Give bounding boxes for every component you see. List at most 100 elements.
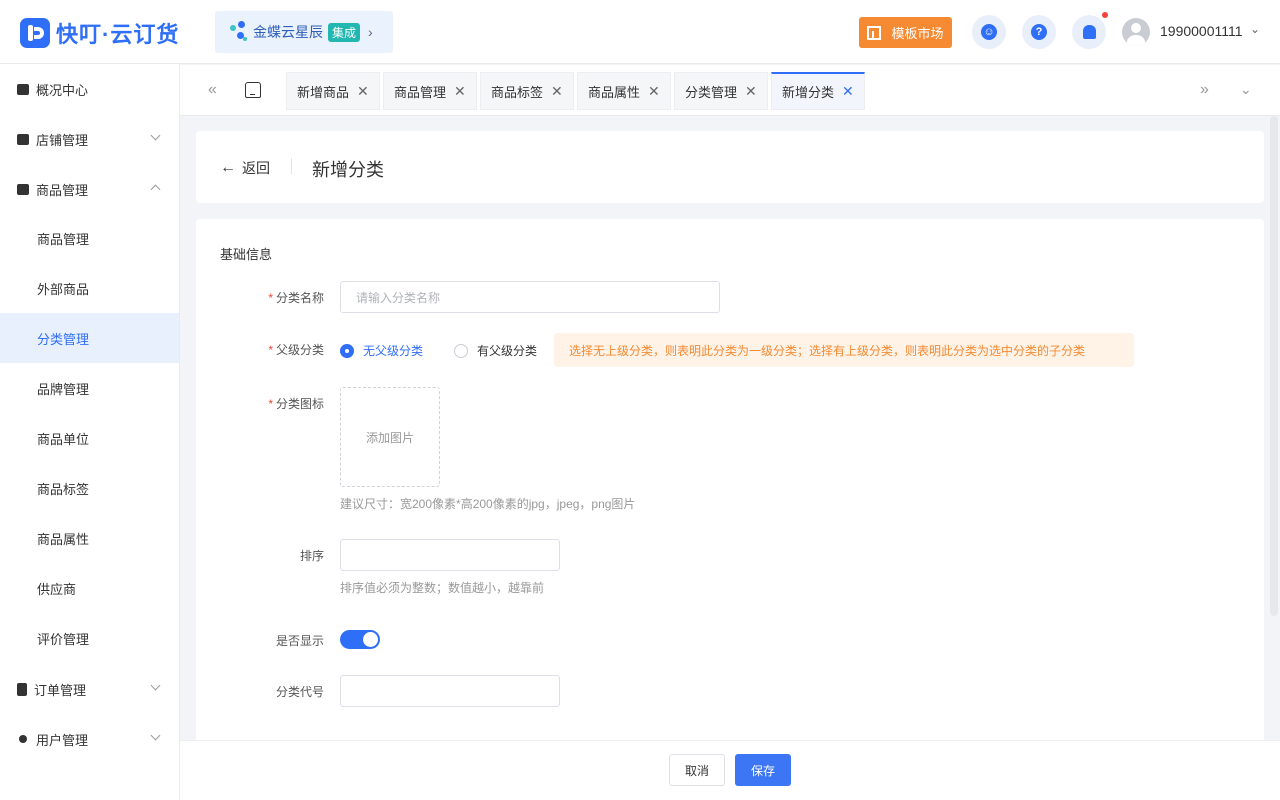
cancel-button[interactable]: 取消 <box>669 754 725 786</box>
tab-label: 商品管理 <box>394 84 447 100</box>
sidebar-item-goods-management[interactable]: 商品管理 <box>0 213 179 263</box>
sort-hint: 排序值必须为整数；数值越小，越靠前 <box>340 581 545 595</box>
save-button[interactable]: 保存 <box>735 754 791 786</box>
sidebar-item-orders[interactable]: 订单管理 <box>0 664 179 714</box>
form-footer: 取消 保存 <box>180 740 1280 800</box>
sidebar-item-reviews[interactable]: 评价管理 <box>0 613 179 663</box>
sidebar-item-label: 订单管理 <box>34 682 87 698</box>
sidebar-item-supplier[interactable]: 供应商 <box>0 563 179 613</box>
sidebar-item-external-goods[interactable]: 外部商品 <box>0 263 179 313</box>
tab-add-category[interactable]: 新增分类 ✕ <box>771 72 865 110</box>
sidebar-item-overview[interactable]: 概况中心 <box>0 64 179 114</box>
chevron-right-icon: › <box>368 24 373 40</box>
upload-text: 添加图片 <box>365 430 414 445</box>
logo-icon <box>20 18 50 48</box>
scrollbar[interactable] <box>1270 116 1278 616</box>
sidebar-item-tags[interactable]: 商品标签 <box>0 463 179 513</box>
clipboard-icon <box>17 682 27 696</box>
template-icon <box>867 25 882 40</box>
tab-goods-management[interactable]: 商品管理 ✕ <box>383 72 477 110</box>
sidebar-item-store[interactable]: 店铺管理 <box>0 114 179 164</box>
integration-badge: 集成 <box>328 22 361 42</box>
notification-dot <box>1102 12 1108 18</box>
tabs-scroll-left-icon[interactable]: « <box>208 81 217 99</box>
integration-banner[interactable]: 金蝶云星辰 集成 › <box>215 11 393 53</box>
close-icon[interactable]: ✕ <box>551 83 563 100</box>
close-icon[interactable]: ✕ <box>648 83 660 100</box>
close-icon[interactable]: ✕ <box>357 83 369 100</box>
sidebar-item-label: 概况中心 <box>36 82 89 98</box>
radio-has-parent[interactable]: 有父级分类 <box>454 342 537 359</box>
category-code-input[interactable] <box>340 675 560 707</box>
close-icon[interactable]: ✕ <box>745 83 757 100</box>
tab-goods-attributes[interactable]: 商品属性 ✕ <box>577 72 671 110</box>
sidebar-item-label: 店铺管理 <box>36 132 89 148</box>
chevron-down-icon <box>150 130 161 141</box>
sidebar-item-label: 商品标签 <box>37 481 90 497</box>
chevron-down-icon[interactable]: ⌄ <box>1240 81 1252 98</box>
home-icon[interactable] <box>245 82 261 98</box>
back-button[interactable]: ← 返回 <box>220 158 270 178</box>
visible-toggle[interactable] <box>340 630 380 649</box>
top-header: 快叮·云订货 金蝶云星辰 集成 › 模板市场 ☺ ? 19900001111 ⌄ <box>0 0 1280 64</box>
headset-icon: ☺ <box>981 24 997 40</box>
briefcase-icon <box>17 183 29 195</box>
divider <box>291 158 292 174</box>
tab-label: 新增分类 <box>782 85 835 100</box>
tab-goods-tags[interactable]: 商品标签 ✕ <box>480 72 574 110</box>
page-header-card: ← 返回 新增分类 <box>196 131 1264 203</box>
visible-label: 是否显示 <box>275 634 324 648</box>
help-button[interactable]: ? <box>1022 15 1056 49</box>
tab-bar: « 新增商品 ✕ 商品管理 ✕ 商品标签 ✕ 商品属性 ✕ 分类管理 ✕ 新增分类 ✕ » … <box>180 65 1280 116</box>
integration-name: 金蝶云星辰 <box>253 24 323 40</box>
category-icon-label: * 分类图标 <box>268 397 324 411</box>
image-upload[interactable]: 添加图片 <box>340 387 440 487</box>
sidebar-item-label: 商品单位 <box>37 431 90 447</box>
parent-category-label: * 父级分类 <box>268 343 324 357</box>
sidebar-item-category[interactable]: 分类管理 <box>0 313 179 363</box>
chevron-down-icon <box>150 680 161 691</box>
sidebar-item-attributes[interactable]: 商品属性 <box>0 513 179 563</box>
chevron-up-icon <box>150 184 161 195</box>
sidebar-item-label: 外部商品 <box>37 281 90 297</box>
template-market-button[interactable]: 模板市场 <box>859 17 952 48</box>
tab-add-goods[interactable]: 新增商品 ✕ <box>286 72 380 110</box>
category-code-label: 分类代号 <box>275 685 324 699</box>
sidebar-item-label: 供应商 <box>37 581 77 597</box>
arrow-left-icon: ← <box>220 159 236 176</box>
notifications-button[interactable] <box>1072 15 1106 49</box>
parent-category-tip: 选择无上级分类，则表明此分类为一级分类；选择有上级分类，则表明此分类为选中分类的… <box>554 333 1134 367</box>
brand-logo[interactable]: 快叮·云订货 <box>20 17 179 49</box>
category-name-input[interactable]: 请输入分类名称 <box>340 281 720 313</box>
chevron-down-icon[interactable]: ⌄ <box>1250 22 1260 36</box>
sort-input[interactable] <box>340 539 560 571</box>
close-icon[interactable]: ✕ <box>454 83 466 100</box>
template-market-label: 模板市场 <box>891 26 944 41</box>
sidebar-item-unit[interactable]: 商品单位 <box>0 413 179 463</box>
tab-label: 商品标签 <box>491 84 544 100</box>
radio-label: 无父级分类 <box>363 344 424 358</box>
tab-category-management[interactable]: 分类管理 ✕ <box>674 72 768 110</box>
avatar[interactable] <box>1122 18 1150 46</box>
sidebar-item-users[interactable]: 用户管理 <box>0 714 179 764</box>
sort-label: 排序 <box>299 549 324 563</box>
radio-unchecked-icon <box>454 343 468 358</box>
tab-label: 分类管理 <box>685 84 738 100</box>
tab-label: 商品属性 <box>588 84 641 100</box>
sidebar-item-label: 品牌管理 <box>37 381 90 397</box>
store-icon <box>17 133 29 145</box>
customer-service-button[interactable]: ☺ <box>972 15 1006 49</box>
close-icon[interactable]: ✕ <box>842 83 854 100</box>
radio-label: 有父级分类 <box>477 344 538 358</box>
sidebar-item-brand[interactable]: 品牌管理 <box>0 363 179 413</box>
radio-no-parent[interactable]: 无父级分类 <box>340 342 423 359</box>
user-account[interactable]: 19900001111 <box>1160 23 1243 39</box>
sidebar-item-label: 评价管理 <box>37 631 90 647</box>
tabs-scroll-right-icon[interactable]: » <box>1200 81 1209 99</box>
form-card: 基础信息 * 分类名称 请输入分类名称 * 父级分类 无父级分类 有父级分类 选择无… <box>196 219 1264 759</box>
chevron-down-icon <box>150 730 161 741</box>
back-label: 返回 <box>242 160 270 176</box>
icon-size-hint: 建议尺寸：宽200像素*高200像素的jpg，jpeg，png图片 <box>340 497 636 511</box>
sidebar-item-goods[interactable]: 商品管理 <box>0 164 179 214</box>
sidebar: 概况中心 店铺管理 商品管理 商品管理 外部商品 分类管理 品牌管理 商品单位 … <box>0 64 180 800</box>
